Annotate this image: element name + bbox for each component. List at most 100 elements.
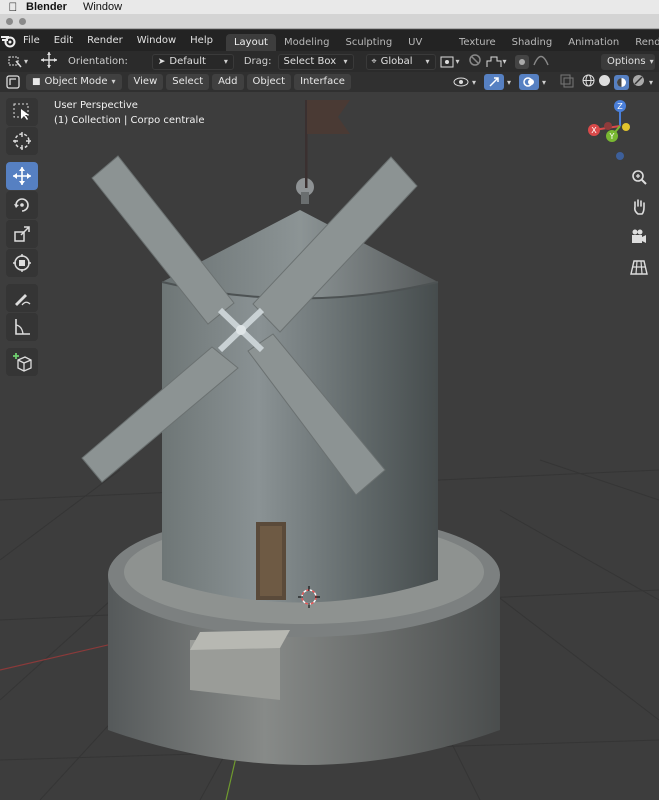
perspective-toggle-button[interactable] [628,256,650,278]
zoom-button[interactable] [628,166,650,188]
move-tool[interactable] [6,162,38,190]
xray-icon[interactable] [560,74,574,91]
scale-tool[interactable] [6,220,38,248]
menu-view[interactable]: View [127,74,164,90]
tool-mode-icon[interactable]: ▾ [8,56,28,68]
scene-render [0,100,659,800]
measure-icon [15,319,30,335]
transform-tool[interactable] [6,249,38,277]
annotate-tool[interactable] [6,284,38,312]
select-box-tool[interactable] [6,98,38,126]
snap-target-icon[interactable]: ▾ [486,56,507,68]
grid-view-icon [630,260,648,275]
overlays-icon[interactable] [518,74,539,90]
svg-text:X: X [591,126,597,135]
zoom-icon [632,170,647,185]
menu-interface[interactable]: Interface [294,74,351,90]
transform-orientation-dropdown[interactable]: ⌖ Global ▾ [365,53,436,70]
solid-shading-icon[interactable] [598,74,611,90]
mac-menu-bar:  Blender Window [0,0,659,14]
chevron-down-icon: ▾ [111,77,116,86]
pivot-point-icon[interactable]: ▾ [440,56,460,68]
object-mode-dropdown[interactable]: ■ Object Mode ▾ [26,74,122,90]
top-bar: File Edit Render Window Help Layout Mode… [0,30,659,65]
tab-texture-paint[interactable]: Texture Paint [451,34,504,65]
mac-app-name[interactable]: Blender [26,1,67,13]
proportional-edit-icon[interactable] [514,54,529,69]
viewport-info: User Perspective (1) Collection | Corpo … [54,98,204,128]
material-shading-icon[interactable] [613,74,629,90]
cursor-tool[interactable] [6,127,38,155]
tab-shading[interactable]: Shading [504,34,561,51]
snap-icon[interactable] [468,53,482,70]
blender-logo-icon[interactable] [0,30,16,51]
menu-add[interactable]: Add [212,74,244,90]
falloff-curve-icon[interactable] [532,54,549,69]
wireframe-shading-icon[interactable] [582,74,595,90]
chevron-down-icon: ▾ [223,56,228,66]
annotate-icon [15,294,31,306]
chevron-down-icon[interactable]: ▾ [649,78,653,87]
camera-view-button[interactable] [628,226,650,248]
add-cube-icon [13,353,32,372]
menu-object[interactable]: Object [246,74,292,90]
rotate-tool[interactable] [6,191,38,219]
menu-window[interactable]: Window [130,30,183,51]
close-window-button[interactable] [6,17,13,25]
visibility-icon[interactable]: ▾ [452,76,476,88]
menu-help[interactable]: Help [183,30,220,51]
svg-text:Z: Z [617,102,623,111]
drag-value: Select Box [283,55,337,67]
orientation-dropdown[interactable]: ➤ Default ▾ [151,53,234,70]
orientation-label: Orientation: [68,56,128,67]
tab-uv-editing[interactable]: UV Editing [400,34,451,65]
drag-label: Drag: [243,56,272,67]
tab-layout[interactable]: Layout [225,34,276,51]
rotate-icon [14,198,29,212]
apple-icon[interactable]:  [0,0,26,14]
svg-text:Y: Y [609,132,615,141]
menu-edit[interactable]: Edit [47,30,80,51]
object-mode-label: Object Mode [44,76,108,87]
viewport-header: ■ Object Mode ▾ View Select Add Object I… [0,72,659,92]
3d-viewport[interactable] [0,92,659,800]
options-dropdown[interactable]: Options ▾ [601,53,655,70]
chevron-down-icon: ▾ [649,56,654,66]
scale-icon [14,226,30,242]
measure-tool[interactable] [6,313,38,341]
move-gizmo-icon[interactable] [40,51,58,72]
chevron-down-icon[interactable]: ▾ [542,78,546,87]
pan-button[interactable] [628,196,650,218]
camera-icon [632,229,646,243]
menu-render[interactable]: Render [80,30,130,51]
chevron-down-icon[interactable]: ▾ [507,78,511,87]
options-label: Options [607,55,646,67]
navigation-gizmo[interactable]: Z X Y [584,98,656,168]
tab-rendering[interactable]: Rendering [627,34,659,51]
mac-window-menu[interactable]: Window [83,1,122,13]
navigation-buttons [628,166,652,278]
add-cube-tool[interactable] [6,348,38,376]
tab-sculpting[interactable]: Sculpting [337,34,400,51]
orientation-value: Default [169,55,206,67]
editor-type-icon[interactable] [6,75,20,89]
tab-animation[interactable]: Animation [560,34,627,51]
orientation-icon: ➤ [157,56,166,67]
collection-info: (1) Collection | Corpo centrale [54,115,205,126]
move-icon [13,167,31,185]
transform-icon [13,254,31,272]
menu-file[interactable]: File [16,30,47,51]
tool-shelf [6,98,40,377]
menu-select[interactable]: Select [166,74,210,90]
pan-hand-icon [634,199,645,215]
workspace-tabs: Layout Modeling Sculpting UV Editing Tex… [225,30,659,65]
minimize-window-button[interactable] [19,17,26,25]
transform-orientation-value: Global [380,55,413,67]
rendered-shading-icon[interactable] [632,74,645,90]
drag-dropdown[interactable]: Select Box ▾ [277,53,354,70]
chevron-down-icon: ▾ [425,56,430,66]
global-axes-icon: ⌖ [371,56,377,67]
tab-modeling[interactable]: Modeling [276,34,338,51]
view-name: User Perspective [54,100,138,111]
gizmo-toggle-icon[interactable] [483,74,504,90]
